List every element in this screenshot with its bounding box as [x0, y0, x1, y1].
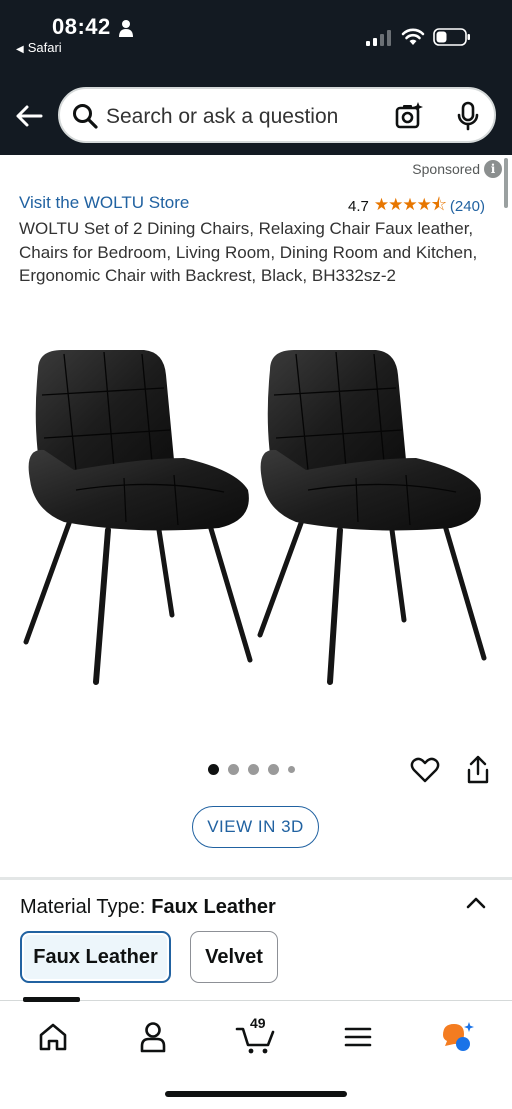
- status-time: 08:42: [52, 14, 111, 39]
- battery-icon: [433, 28, 470, 46]
- material-type-row: Material Type: Faux Leather: [20, 896, 276, 919]
- heart-icon[interactable]: [410, 756, 440, 784]
- rating-count[interactable]: (240): [450, 198, 485, 215]
- sponsored-text: Sponsored: [412, 161, 480, 177]
- search-icon: [73, 104, 98, 129]
- carousel-dot[interactable]: [288, 766, 295, 773]
- swatch-faux-leather[interactable]: Faux Leather: [20, 931, 171, 983]
- product-image[interactable]: [14, 330, 498, 700]
- cart-count-badge: 49: [250, 1015, 266, 1031]
- material-type-label: Material Type:: [20, 896, 146, 918]
- share-icon[interactable]: [464, 754, 492, 786]
- home-icon[interactable]: [33, 1019, 73, 1055]
- search-bar[interactable]: [58, 87, 496, 143]
- back-triangle-icon: ◀: [16, 44, 24, 55]
- menu-icon[interactable]: [338, 1019, 378, 1055]
- wifi-icon: [401, 28, 425, 45]
- chair-left: [23, 350, 253, 685]
- carousel-dot[interactable]: [208, 764, 219, 775]
- chevron-up-icon[interactable]: [464, 892, 488, 912]
- app-header: 08:42 ◀ Safari: [0, 0, 512, 155]
- store-link[interactable]: Visit the WOLTU Store: [19, 193, 189, 213]
- carousel-dot[interactable]: [228, 764, 239, 775]
- view-in-3d-button[interactable]: VIEW IN 3D: [192, 806, 319, 848]
- microphone-icon[interactable]: [456, 101, 480, 131]
- image-carousel-dots[interactable]: [208, 764, 295, 775]
- swatch-velvet[interactable]: Velvet: [190, 931, 278, 983]
- back-app-label: Safari: [27, 40, 62, 55]
- rufus-assistant-icon[interactable]: [439, 1019, 479, 1055]
- back-arrow-icon[interactable]: [14, 102, 44, 130]
- search-input[interactable]: [106, 103, 366, 131]
- carousel-dot[interactable]: [248, 764, 259, 775]
- home-indicator: [165, 1091, 347, 1097]
- signal-icon: [366, 30, 391, 46]
- nav-active-indicator: [23, 997, 80, 1002]
- carousel-dot[interactable]: [268, 764, 279, 775]
- info-icon[interactable]: i: [484, 160, 502, 178]
- rating-value: 4.7: [348, 198, 369, 215]
- scroll-indicator: [504, 158, 508, 208]
- chair-right: [257, 350, 487, 685]
- sponsored-label[interactable]: Sponsored i: [412, 160, 502, 178]
- product-title: WOLTU Set of 2 Dining Chairs, Relaxing C…: [19, 219, 478, 285]
- person-icon: [119, 20, 133, 37]
- section-divider: [0, 877, 512, 880]
- camera-scan-icon[interactable]: [394, 101, 424, 131]
- account-icon[interactable]: [133, 1019, 173, 1055]
- back-to-app[interactable]: ◀ Safari: [16, 40, 62, 55]
- material-type-value: Faux Leather: [151, 896, 276, 918]
